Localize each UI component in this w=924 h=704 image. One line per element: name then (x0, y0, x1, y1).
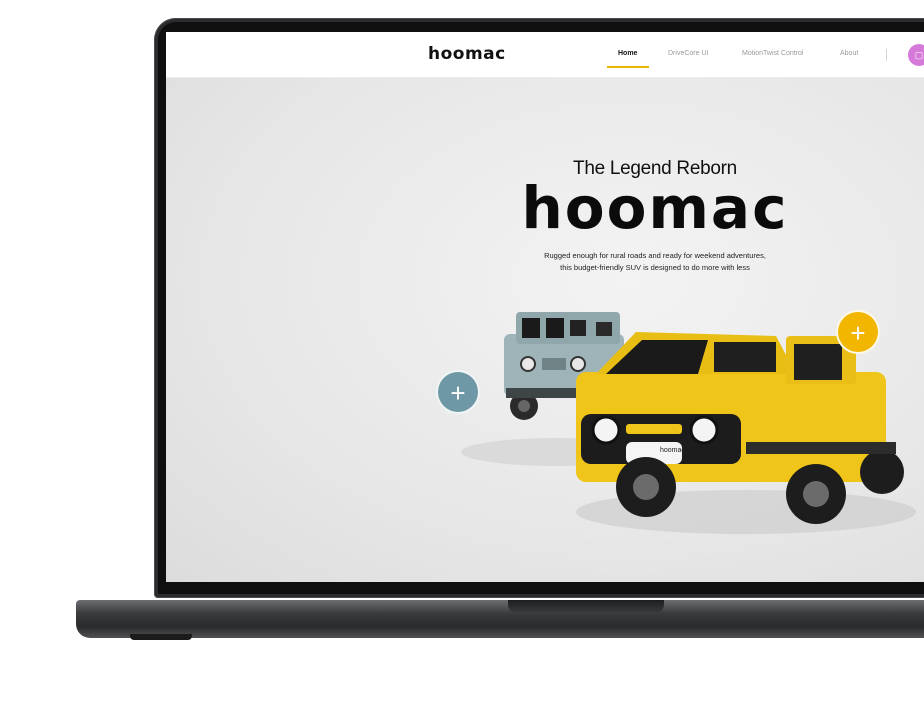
feature-hotspot-yellow[interactable]: + (836, 310, 880, 354)
active-tab-indicator (607, 66, 649, 68)
plus-icon: + (850, 318, 866, 348)
description-line: this budget-friendly SUV is designed to … (560, 263, 750, 272)
plus-icon: + (450, 378, 466, 408)
hero-description: Rugged enough for rural roads and ready … (166, 250, 924, 274)
nav-about[interactable]: About (840, 50, 858, 57)
feature-hotspot-blue[interactable]: + (436, 370, 480, 414)
laptop-foot (130, 634, 192, 640)
nav-divider (886, 49, 887, 61)
website-screen: hoomac Home DriveCore UI MotionTwist Con… (166, 32, 924, 582)
hero-logo: hoomac (521, 174, 789, 242)
description-line: Rugged enough for rural roads and ready … (544, 251, 766, 260)
car-badge: hoomac (660, 447, 685, 454)
nav-drivecore-ui[interactable]: DriveCore UI (668, 50, 708, 57)
laptop-base (76, 600, 924, 638)
nav-home[interactable]: Home (618, 50, 637, 57)
user-avatar-icon[interactable]: ▢ (908, 44, 924, 66)
nav-motiontwist-control[interactable]: MotionTwist Control (742, 50, 803, 57)
top-navigation: hoomac Home DriveCore UI MotionTwist Con… (166, 32, 924, 78)
laptop-notch (508, 600, 664, 614)
brand-logo[interactable]: hoomac (428, 44, 506, 64)
